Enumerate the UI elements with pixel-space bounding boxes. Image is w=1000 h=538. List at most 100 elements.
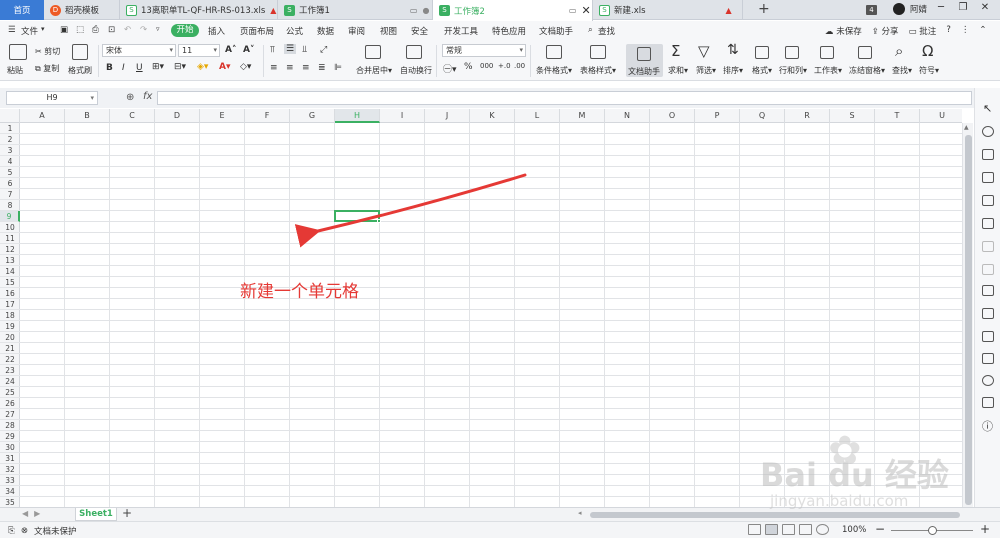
fill-color-icon[interactable]: ◈▾ xyxy=(197,62,208,72)
conditional-format-button[interactable]: 条件格式▾ xyxy=(536,65,572,76)
row-header[interactable]: 17 xyxy=(0,299,20,310)
increase-font-icon[interactable]: A˄ xyxy=(225,45,236,55)
column-header[interactable]: U xyxy=(920,109,962,123)
tab-home[interactable]: 首页 xyxy=(0,0,44,20)
row-header[interactable]: 27 xyxy=(0,409,20,420)
row-header[interactable]: 20 xyxy=(0,332,20,343)
active-cell[interactable] xyxy=(334,210,381,223)
horizontal-scroll-thumb[interactable] xyxy=(590,512,960,518)
border-icon[interactable]: ⊞▾ xyxy=(152,62,164,72)
sum-button[interactable]: 求和▾ xyxy=(668,65,688,76)
table-style-icon[interactable] xyxy=(590,45,606,59)
column-header[interactable]: L xyxy=(515,109,560,123)
tab-count-badge[interactable]: 4 xyxy=(866,5,877,15)
menu-doc-helper[interactable]: 文档助手 xyxy=(539,25,573,37)
bold-icon[interactable]: B xyxy=(106,63,113,73)
row-header[interactable]: 16 xyxy=(0,288,20,299)
column-header[interactable]: B xyxy=(65,109,110,123)
orientation-icon[interactable]: ⤢ xyxy=(320,45,327,55)
window-preview-icon[interactable]: ▭ xyxy=(569,6,577,15)
align-left-icon[interactable]: ≡ xyxy=(270,63,278,73)
archive-icon[interactable] xyxy=(982,331,994,342)
new-tab-button[interactable]: + xyxy=(758,1,770,17)
wrap-text-button[interactable]: 自动换行 xyxy=(400,65,432,76)
tab-resignation-file[interactable]: S 13离职单TL-QF-HR-RS-013.xls ▲ ● xyxy=(120,0,278,20)
tab-new-xls[interactable]: S 新建.xls ▲ xyxy=(593,0,743,20)
fill-handle[interactable] xyxy=(377,219,381,223)
row-header[interactable]: 26 xyxy=(0,398,20,409)
row-header[interactable]: 25 xyxy=(0,387,20,398)
increase-decimal-icon[interactable]: +.0 xyxy=(498,62,511,70)
name-box[interactable]: H9 ▾ xyxy=(6,91,98,105)
row-header[interactable]: 34 xyxy=(0,486,20,497)
menu-search[interactable]: 查找 xyxy=(598,25,615,37)
worksheet-button[interactable]: 工作表▾ xyxy=(814,65,842,76)
share-button[interactable]: ⇪ 分享 xyxy=(872,25,899,37)
column-header[interactable]: H xyxy=(335,109,380,123)
column-header[interactable]: N xyxy=(605,109,650,123)
decrease-decimal-icon[interactable]: .00 xyxy=(514,62,525,70)
chart-icon[interactable] xyxy=(982,218,994,229)
row-header[interactable]: 23 xyxy=(0,365,20,376)
column-header[interactable]: I xyxy=(380,109,425,123)
thousands-icon[interactable]: 000 xyxy=(480,62,493,70)
chevron-down-icon[interactable]: ▾ xyxy=(41,25,45,33)
doc-icon[interactable] xyxy=(982,285,994,296)
transfer-icon[interactable] xyxy=(982,397,994,408)
row-header[interactable]: 3 xyxy=(0,145,20,156)
horizontal-scroll-left-icon[interactable]: ◂ xyxy=(578,509,582,517)
vertical-scroll-thumb[interactable] xyxy=(965,135,972,505)
close-tab-icon[interactable]: ✕ xyxy=(581,4,590,17)
row-header[interactable]: 31 xyxy=(0,453,20,464)
currency-icon[interactable]: ㊀▾ xyxy=(443,62,457,75)
menu-special[interactable]: 特色应用 xyxy=(492,25,526,37)
symbol-button[interactable]: 符号▾ xyxy=(919,65,939,76)
row-header[interactable]: 8 xyxy=(0,200,20,211)
format-button[interactable]: 格式▾ xyxy=(752,65,772,76)
justify-icon[interactable]: ≣ xyxy=(318,63,326,73)
shapes-icon[interactable] xyxy=(982,126,994,137)
row-header[interactable]: 21 xyxy=(0,343,20,354)
font-name-select[interactable]: 宋体 ▾ xyxy=(102,44,176,57)
tab-workbook2[interactable]: S 工作簿2 ▭ ✕ xyxy=(433,0,593,21)
row-header[interactable]: 13 xyxy=(0,255,20,266)
zoom-in-button[interactable]: + xyxy=(980,522,990,536)
row-col-button[interactable]: 行和列▾ xyxy=(779,65,807,76)
find-icon[interactable]: ⌕ xyxy=(895,42,903,60)
row-header[interactable]: 12 xyxy=(0,244,20,255)
normal-view-icon[interactable] xyxy=(765,524,778,535)
row-header[interactable]: 5 xyxy=(0,167,20,178)
column-header[interactable]: Q xyxy=(740,109,785,123)
user-account[interactable]: 阿婧 xyxy=(893,3,927,15)
row-header[interactable]: 9 xyxy=(0,211,20,222)
collapse-ribbon-icon[interactable]: ⌃ xyxy=(979,25,986,37)
apps-icon[interactable] xyxy=(982,195,994,206)
cell-style-icon[interactable]: ⊟▾ xyxy=(174,62,186,72)
print-icon[interactable]: ⎙ xyxy=(92,25,99,35)
decrease-font-icon[interactable]: A˅ xyxy=(243,45,254,55)
menu-page-layout[interactable]: 页面布局 xyxy=(240,25,274,37)
reading-mode-icon[interactable] xyxy=(816,524,829,535)
font-color-icon[interactable]: A▾ xyxy=(219,62,230,72)
row-header[interactable]: 19 xyxy=(0,321,20,332)
minimize-icon[interactable]: ─ xyxy=(930,2,952,13)
filter-button[interactable]: 筛选▾ xyxy=(696,65,716,76)
menu-start[interactable]: 开始 xyxy=(171,24,199,37)
menu-formulas[interactable]: 公式 xyxy=(286,25,303,37)
row-header[interactable]: 18 xyxy=(0,310,20,321)
preview-icon[interactable]: ⊡ xyxy=(108,25,115,35)
close-tab-icon[interactable]: ● xyxy=(422,6,429,15)
wrap-text-icon[interactable] xyxy=(406,45,422,59)
row-header[interactable]: 11 xyxy=(0,233,20,244)
eye-care-icon[interactable] xyxy=(748,524,761,535)
cut-button[interactable]: ✂ 剪切 xyxy=(35,46,60,57)
column-header[interactable]: J xyxy=(425,109,470,123)
distribute-icon[interactable]: ⊫ xyxy=(334,63,342,73)
sort-icon[interactable]: ⇅ xyxy=(727,42,739,58)
column-header[interactable]: A xyxy=(20,109,65,123)
clear-format-icon[interactable]: ◇▾ xyxy=(240,62,251,72)
column-header[interactable]: O xyxy=(650,109,695,123)
sort-button[interactable]: 排序▾ xyxy=(723,65,743,76)
vertical-scrollbar[interactable]: ▲ xyxy=(962,123,973,507)
row-header[interactable]: 35 xyxy=(0,497,20,507)
